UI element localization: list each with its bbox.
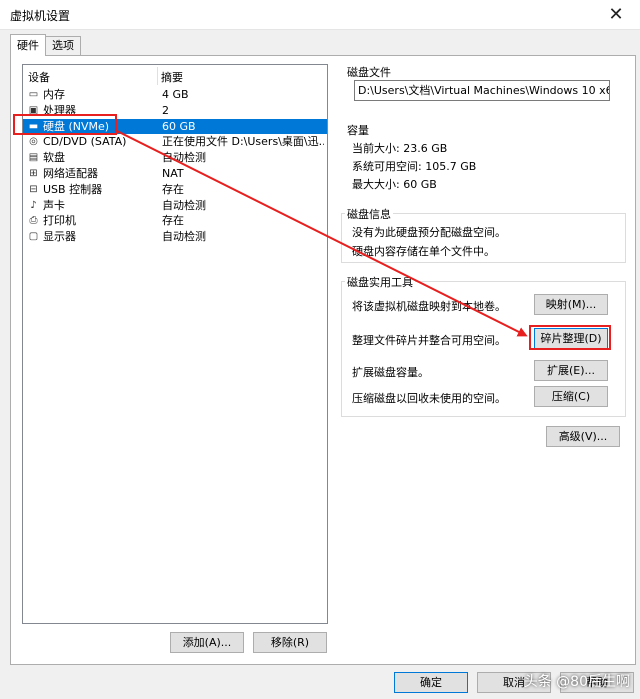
watermark-text: 头条 @80后生啊	[523, 674, 630, 690]
annotation-arrow	[114, 129, 528, 337]
tab-hardware[interactable]: 硬件	[10, 34, 46, 56]
